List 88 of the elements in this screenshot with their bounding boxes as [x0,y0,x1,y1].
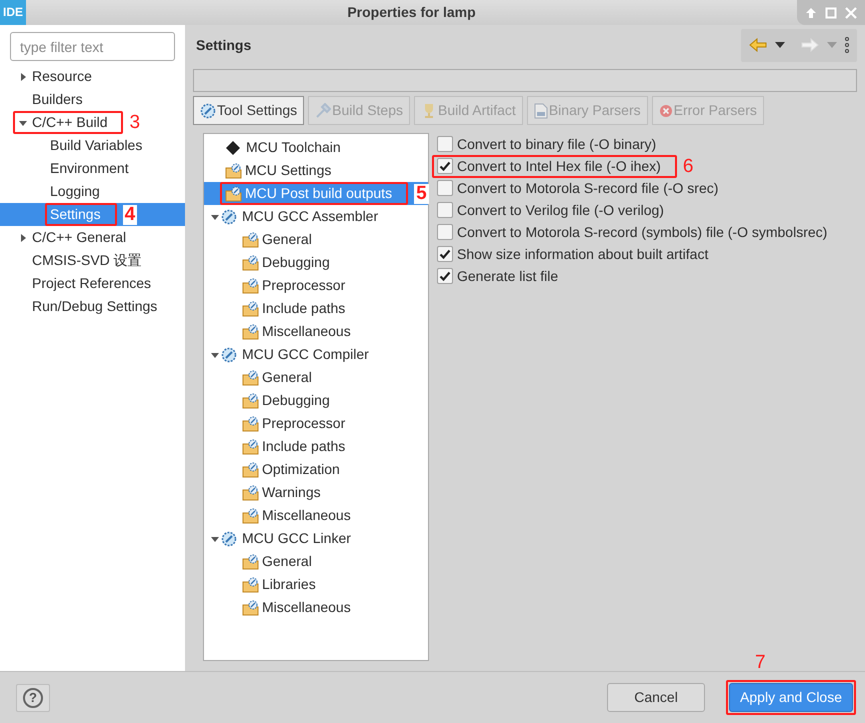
tree-item[interactable]: Miscellaneous [204,504,428,527]
tree-item[interactable]: General [204,228,428,251]
tree-item[interactable]: Preprocessor [204,412,428,435]
tree-item[interactable]: Build Variables [0,134,185,157]
folder-gear-icon [242,438,260,454]
option-label: Convert to Verilog file (-O verilog) [457,200,664,220]
step-number: 3 [129,113,140,133]
gear-icon [221,530,237,546]
folder-gear-icon [242,600,260,616]
chip-icon [225,140,241,156]
tree-item[interactable]: General [204,550,428,573]
folder-gear-icon [242,576,260,592]
step-number: 7 [755,653,766,673]
tree-item[interactable]: Run/Debug Settings [0,295,185,318]
tree-item[interactable]: General [204,366,428,389]
error-icon [658,104,673,118]
tree-item[interactable]: MCU Settings [204,159,428,182]
checkbox[interactable] [437,202,453,218]
tab[interactable]: Tool Settings [193,96,304,125]
tree-item[interactable]: Optimization [204,458,428,481]
tree-item[interactable]: Resource [0,65,185,88]
tree-item[interactable]: Builders [0,88,185,111]
folder-gear-icon [242,300,260,316]
tree-item[interactable]: Settings 4 [0,203,185,226]
tree-item[interactable]: Miscellaneous [204,320,428,343]
folder-gear-icon [242,554,260,570]
folder-gear-icon [242,324,260,340]
checkbox[interactable] [437,268,453,284]
folder-gear-icon [242,278,260,294]
option-label: Convert to binary file (-O binary) [457,134,656,154]
option-label: Convert to Motorola S-record (symbols) file (-O symbolsrec) [457,222,828,242]
folder-gear-icon [242,484,260,500]
tree-item[interactable]: Debugging [204,251,428,274]
option-label: Convert to Motorola S-record file (-O srec) [457,178,718,198]
checkbox[interactable] [437,158,453,174]
folder-gear-icon [242,508,260,524]
tree-item[interactable]: MCU Post build outputs 5 [204,182,428,205]
step-number: 4 [122,205,138,225]
folder-gear-icon [242,370,260,386]
option-label: Convert to Intel Hex file (-O ihex) [457,156,661,176]
tree-item[interactable]: Logging [0,180,185,203]
folder-gear-icon [242,232,260,248]
dropdown-caret-icon[interactable] [775,42,785,48]
step-number: 6 [682,157,694,177]
app-logo: IDE [0,0,26,25]
checkbox[interactable] [437,180,453,196]
tree-item[interactable]: CMSIS-SVD 设置 [0,249,185,272]
tree-item[interactable]: MCU GCC Linker [204,527,428,550]
folder-gear-icon [225,186,243,202]
tree-item[interactable]: Warnings [204,481,428,504]
tree-item[interactable]: Environment [0,157,185,180]
option-label: Generate list file [457,266,558,286]
step-number: 5 [414,184,429,204]
tree-item[interactable]: MCU GCC Assembler [204,205,428,228]
folder-gear-icon [242,254,260,270]
tree-item[interactable]: C/C++ General [0,226,185,249]
gear-icon [221,346,237,362]
tree-item[interactable]: Project References [0,272,185,295]
tree-item[interactable]: MCU GCC Compiler [204,343,428,366]
tree-item[interactable]: Include paths [204,435,428,458]
folder-gear-icon [242,392,260,408]
tree-item[interactable]: Debugging [204,389,428,412]
folder-gear-icon [242,462,260,478]
wand-icon [315,102,332,118]
document-icon [534,102,548,118]
checkbox[interactable] [437,136,453,152]
more-menu-icon[interactable] [845,37,849,53]
checkbox[interactable] [437,246,453,262]
expand-arrow-icon[interactable] [18,233,28,244]
collapse-arrow-icon[interactable] [18,118,28,128]
gear-icon [221,208,237,224]
tree-item[interactable]: Libraries [204,573,428,596]
tree-item[interactable]: Include paths [204,297,428,320]
tree-item[interactable]: MCU Toolchain [204,136,428,159]
folder-gear-icon [225,162,243,178]
checkbox[interactable] [437,224,453,240]
folder-gear-icon [242,416,260,432]
tree-item[interactable]: Miscellaneous [204,596,428,619]
tree-item[interactable]: Preprocessor [204,274,428,297]
window-title: Properties for lamp [347,4,476,20]
expand-arrow-icon[interactable] [18,72,28,82]
tree-item[interactable]: C/C++ Build 3 [0,111,185,134]
gear-icon [200,102,216,118]
option-label: Show size information about built artifact [457,244,708,264]
filter-field[interactable]: type filter text [10,32,175,61]
cancel-button[interactable]: Cancel [607,683,706,712]
page-title: Settings [196,36,252,55]
help-button[interactable]: ? [16,684,50,712]
